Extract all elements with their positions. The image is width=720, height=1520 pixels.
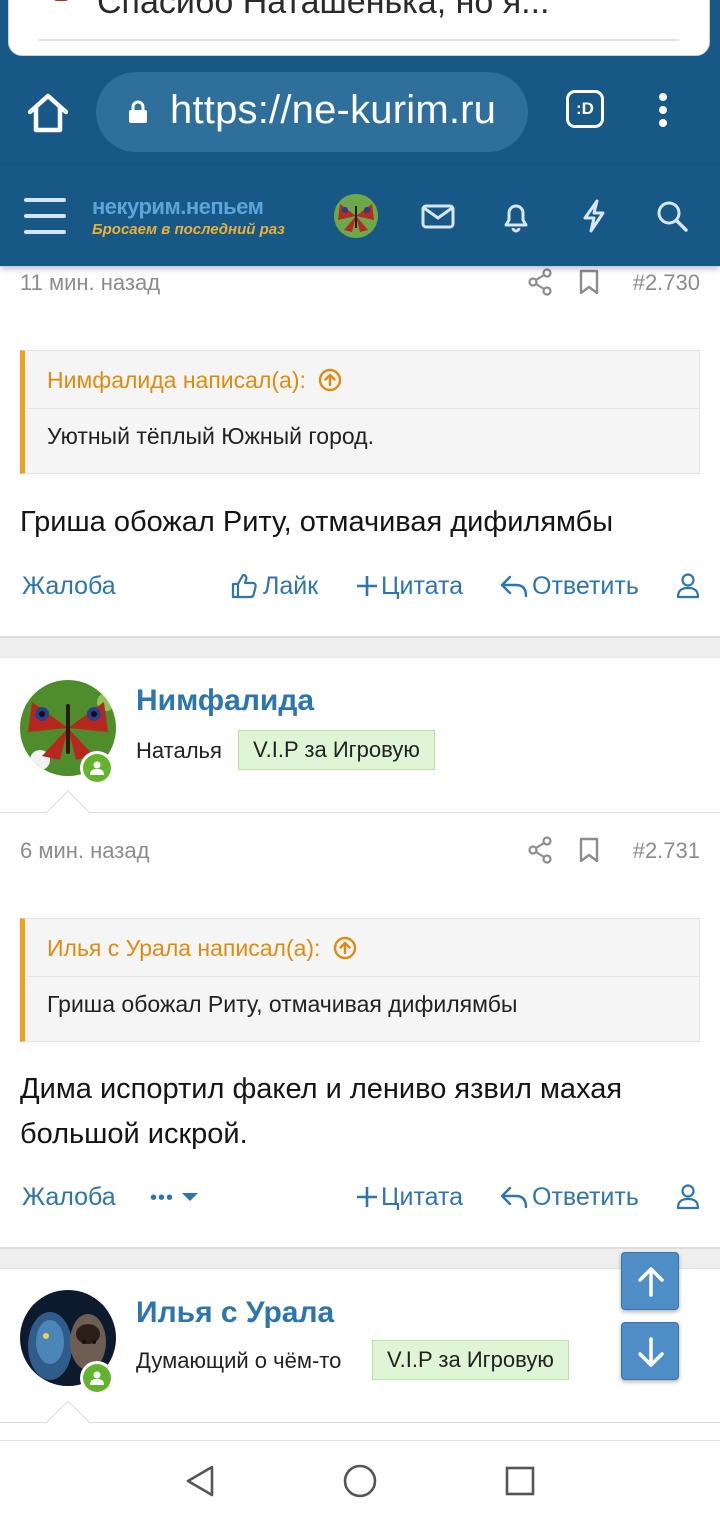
plus-icon[interactable]	[356, 572, 378, 602]
quote-header[interactable]: Нимфалида написал(а):	[25, 351, 699, 409]
mail-icon[interactable]	[420, 198, 456, 234]
quote-button[interactable]: Цитата	[381, 572, 463, 601]
quote-button[interactable]: Цитата	[381, 1183, 463, 1212]
quote-author[interactable]: Нимфалида написал(а):	[47, 367, 306, 393]
post-separator	[0, 636, 720, 658]
scroll-to-top-button[interactable]	[621, 1252, 679, 1310]
user-title: Думающий о чём-то	[136, 1348, 342, 1373]
quote-block: Нимфалида написал(а): Уютный тёплый Южны…	[20, 350, 700, 474]
more-actions-button[interactable]: •••	[150, 1187, 174, 1210]
caret-down-icon[interactable]	[180, 1185, 200, 1216]
user-icon[interactable]	[676, 572, 700, 603]
report-button[interactable]: Жалоба	[22, 1183, 116, 1212]
reply-button[interactable]: Ответить	[532, 1183, 639, 1212]
url-text[interactable]: https://ne-kurim.ru	[170, 88, 510, 133]
quote-text: Гриша обожал Риту, отмачивая дифилямбы	[47, 991, 518, 1017]
bookmark-icon[interactable]	[576, 268, 602, 296]
lightning-icon[interactable]	[576, 198, 612, 234]
hamburger-menu-icon[interactable]	[24, 198, 66, 234]
back-triangle-icon[interactable]	[182, 1463, 218, 1499]
bookmark-icon[interactable]	[576, 836, 602, 864]
user-icon[interactable]	[676, 1183, 700, 1214]
address-bar[interactable]: https://ne-kurim.ru	[96, 72, 528, 152]
post-time[interactable]: 11 мин. назад	[20, 270, 160, 296]
arrow-down-icon	[638, 1337, 664, 1367]
site-header: некурим.непьем Бросаем в последний раз	[0, 166, 720, 266]
arrow-up-circle-icon[interactable]	[318, 368, 342, 392]
like-button[interactable]: Лайк	[263, 572, 318, 601]
post-number[interactable]: #2.730	[633, 270, 700, 296]
reply-icon[interactable]	[499, 1183, 529, 1214]
post-time[interactable]: 6 мин. назад	[20, 838, 149, 864]
system-navigation-bar	[0, 1440, 720, 1520]
quote-text: Уютный тёплый Южный город.	[47, 423, 374, 449]
home-circle-icon[interactable]	[342, 1463, 378, 1499]
user-divider	[0, 1422, 720, 1423]
scroll-to-bottom-button[interactable]	[621, 1322, 679, 1380]
tab-title: Спасибо Наташенька, но я...	[97, 0, 550, 21]
reply-icon[interactable]	[499, 572, 529, 603]
quote-author[interactable]: Илья с Урала написал(а):	[47, 935, 320, 961]
quote-block: Илья с Урала написал(а): Гриша обожал Ри…	[20, 918, 700, 1042]
username[interactable]: Илья с Урала	[136, 1296, 334, 1330]
recents-square-icon[interactable]	[502, 1463, 538, 1499]
share-icon[interactable]	[527, 836, 553, 864]
online-status-icon	[80, 1361, 114, 1395]
previous-tab-card[interactable]: Спасибо Наташенька, но я...	[8, 0, 710, 56]
user-banner: V.I.P за Игровую	[238, 730, 435, 770]
search-icon[interactable]	[654, 198, 690, 234]
logo-title: некурим.непьем	[92, 194, 264, 219]
post-number[interactable]: #2.731	[633, 838, 700, 864]
user-arrow-notch	[45, 1400, 91, 1446]
site-logo[interactable]: некурим.непьем Бросаем в последний раз	[92, 194, 285, 238]
user-banner: V.I.P за Игровую	[372, 1340, 569, 1380]
user-title: Наталья	[136, 738, 222, 763]
username[interactable]: Нимфалида	[136, 684, 314, 718]
account-avatar[interactable]	[334, 194, 378, 238]
post-message: Гриша обожал Риту, отмачивая дифилямбы	[20, 506, 614, 538]
user-divider	[0, 812, 720, 813]
post-actions: Жалоба ••• Цитата Ответить	[0, 1183, 720, 1223]
post-separator	[0, 1247, 720, 1269]
reply-button[interactable]: Ответить	[532, 572, 639, 601]
online-status-icon	[80, 751, 114, 785]
tabs-switcher-button[interactable]: :D	[566, 90, 604, 128]
home-icon[interactable]	[22, 88, 74, 136]
more-vertical-icon[interactable]	[648, 90, 678, 132]
browser-toolbar: Спасибо Наташенька, но я... https://ne-k…	[0, 0, 720, 166]
tab-divider	[39, 39, 679, 41]
lock-icon	[128, 100, 148, 124]
user-arrow-notch	[45, 790, 91, 836]
share-icon[interactable]	[527, 268, 553, 296]
post-message: Дима испортил факел и лениво язвил махая…	[20, 1073, 623, 1150]
report-button[interactable]: Жалоба	[22, 572, 116, 601]
logo-tagline: Бросаем в последний раз	[92, 221, 285, 238]
arrow-up-icon	[638, 1267, 664, 1297]
arrow-up-circle-icon[interactable]	[333, 936, 357, 960]
thumbs-up-icon[interactable]	[230, 572, 258, 603]
plus-icon[interactable]	[356, 1183, 378, 1213]
post-actions: Жалоба Лайк Цитата Ответить	[0, 572, 720, 612]
quote-header[interactable]: Илья с Урала написал(а):	[25, 919, 699, 977]
bell-icon[interactable]	[498, 198, 534, 234]
